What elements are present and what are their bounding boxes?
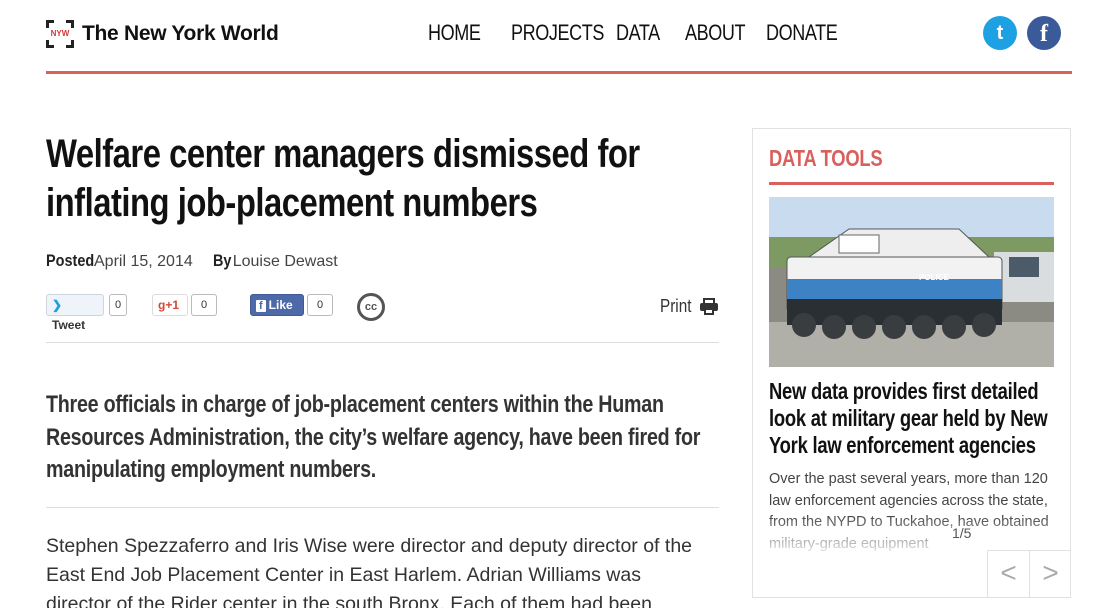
by-label: By: [212, 251, 232, 270]
tweet-label: Tweet: [52, 318, 86, 332]
divider: [46, 507, 719, 508]
header-divider: [46, 71, 1072, 74]
like-label: Like: [268, 298, 293, 312]
nav-projects[interactable]: PROJECTS: [511, 20, 604, 46]
logo-mark: NYW: [46, 20, 74, 48]
twitter-bird-icon: ❯: [52, 298, 63, 312]
featured-image[interactable]: POLICE: [769, 197, 1054, 367]
prev-slide-button[interactable]: <: [987, 550, 1029, 597]
share-bar: ❯ Tweet 0 g+1 0 f Like 0 cc Print: [46, 293, 719, 332]
twitter-icon[interactable]: t: [983, 16, 1017, 50]
facebook-like-button[interactable]: f Like: [250, 294, 304, 316]
creative-commons-icon[interactable]: cc: [357, 293, 385, 321]
slide-counter: 1/5: [952, 525, 972, 541]
tweet-count: 0: [109, 294, 127, 316]
police-label: POLICE: [919, 273, 949, 282]
facebook-icon[interactable]: f: [1027, 16, 1061, 50]
site-name: The New York World: [82, 22, 279, 45]
article-author[interactable]: Louise Dewast: [233, 253, 338, 271]
widget-title: DATA TOOLS: [769, 145, 883, 171]
main-nav: HOME PROJECTS DATA ABOUT DONATE: [428, 20, 861, 46]
article-meta: Posted April 15, 2014 By Louise Dewast: [46, 251, 338, 271]
site-header: NYW The New York World HOME PROJECTS DAT…: [0, 0, 1119, 74]
article-body: Stephen Spezzaferro and Iris Wise were d…: [46, 535, 693, 608]
data-tools-widget: DATA TOOLS POLICE New data provides firs…: [752, 128, 1071, 598]
next-slide-button[interactable]: >: [1029, 550, 1070, 597]
logo-abbr: NYW: [50, 29, 70, 38]
like-count: 0: [307, 294, 333, 316]
nav-data[interactable]: DATA: [616, 20, 660, 46]
gplus-button[interactable]: g+1: [152, 294, 188, 316]
nav-home[interactable]: HOME: [428, 20, 481, 46]
print-link[interactable]: Print: [660, 296, 691, 317]
divider: [46, 342, 719, 343]
facebook-small-icon: f: [256, 300, 266, 312]
featured-headline[interactable]: New data provides first detailed look at…: [769, 378, 1049, 459]
nav-about[interactable]: ABOUT: [685, 20, 746, 46]
tweet-button[interactable]: ❯ Tweet: [46, 294, 104, 332]
gplus-label: +1: [165, 298, 180, 312]
widget-divider: [769, 182, 1054, 185]
article-date: April 15, 2014: [94, 253, 193, 270]
site-logo[interactable]: NYW The New York World: [46, 20, 279, 48]
gplus-count: 0: [191, 294, 217, 316]
nav-donate[interactable]: DONATE: [766, 20, 838, 46]
article-title: Welfare center managers dismissed for in…: [46, 132, 640, 225]
article-lede: Three officials in charge of job-placeme…: [46, 391, 701, 483]
posted-label: Posted: [46, 251, 95, 270]
printer-icon[interactable]: [700, 298, 718, 315]
